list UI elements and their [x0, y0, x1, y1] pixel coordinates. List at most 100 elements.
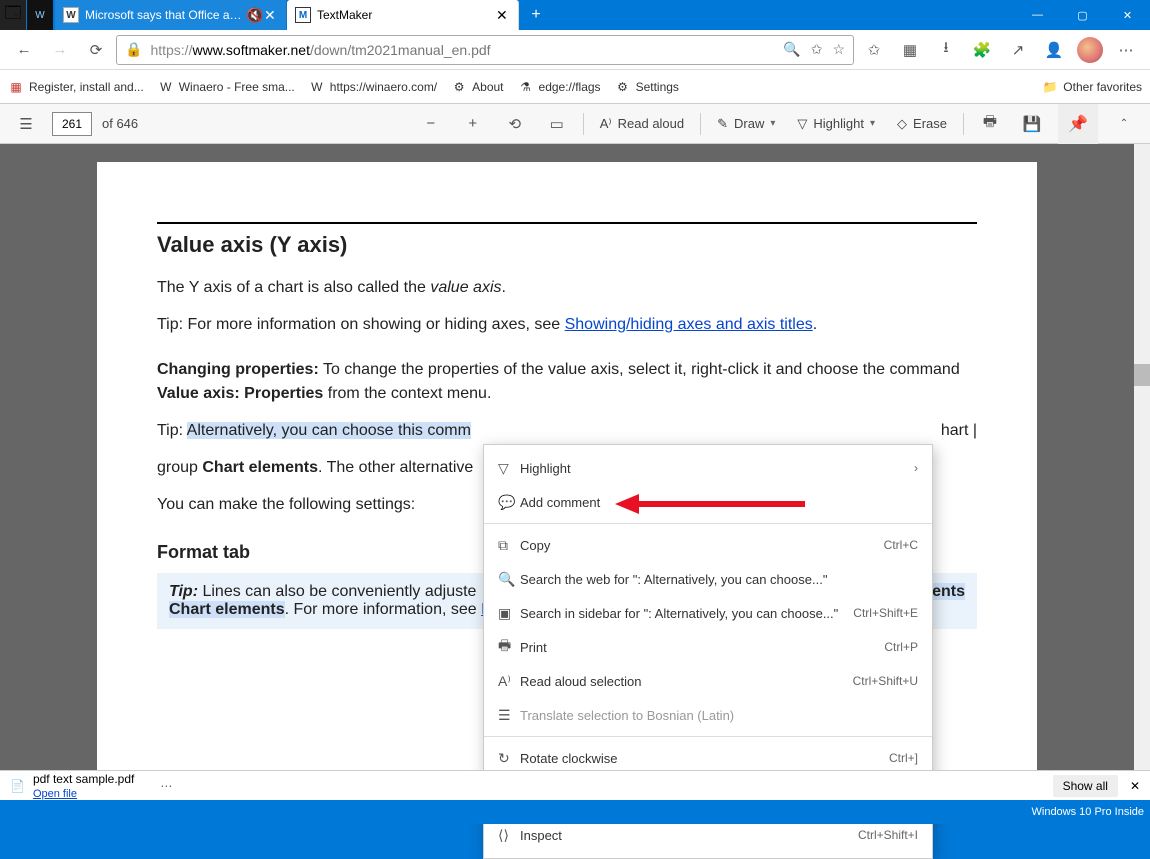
minimize-button[interactable]: ― [1015, 0, 1060, 30]
lock-icon: 🔒 [125, 41, 142, 58]
ctx-translate: ☰Translate selection to Bosnian (Latin) [484, 698, 932, 732]
page-count: of 646 [102, 116, 138, 131]
tab-mute-icon[interactable]: 🔇 [246, 7, 260, 24]
favorites-icon[interactable]: ✩ [858, 34, 890, 66]
ctx-add-comment[interactable]: 💬Add comment [484, 485, 932, 519]
ctx-search-sidebar[interactable]: ▣Search in sidebar for ": Alternatively,… [484, 596, 932, 630]
highlight-button[interactable]: ▽Highlight▾ [791, 116, 881, 132]
downloads-icon[interactable]: ⭳ [930, 34, 962, 66]
person-icon[interactable]: 👤 [1038, 34, 1070, 66]
tab-inactive[interactable]: W Microsoft says that Office apps a 🔇 ✕ [55, 0, 287, 30]
url-host: www.softmaker.net [192, 42, 310, 58]
ctx-search-web[interactable]: 🔍Search the web for ": Alternatively, yo… [484, 562, 932, 596]
paragraph: Changing properties: To change the prope… [157, 358, 977, 408]
bookmark-icon: W [309, 79, 325, 95]
fit-page-icon[interactable]: ▭ [541, 108, 573, 140]
chevron-down-icon[interactable]: ▾ [870, 118, 875, 129]
open-file-link[interactable]: Open file [33, 788, 77, 800]
print-icon[interactable]: 🖶 [974, 108, 1006, 140]
bookmark-item[interactable]: ▦Register, install and... [8, 79, 144, 95]
heading-h2: Value axis (Y axis) [157, 232, 977, 258]
sidebar-search-icon: ▣ [498, 605, 520, 622]
refresh-button[interactable]: ⟳ [80, 34, 112, 66]
extensions-icon[interactable]: 🧩 [966, 34, 998, 66]
profile-avatar[interactable] [1074, 34, 1106, 66]
bookmark-item[interactable]: ⚙Settings [615, 79, 679, 95]
ctx-highlight[interactable]: ▽Highlight› [484, 451, 932, 485]
url-scheme: https:// [150, 42, 192, 58]
maximize-button[interactable]: ▢ [1060, 0, 1105, 30]
taskbar-icon-2[interactable]: W [27, 0, 53, 30]
bookmark-item[interactable]: Whttps://winaero.com/ [309, 79, 437, 95]
pdf-toolbar: ☰ of 646 − + ⟲ ▭ A⁾Read aloud ✎Draw▾ ▽Hi… [0, 104, 1150, 144]
read-aloud-icon: A⁾ [498, 673, 520, 690]
close-window-button[interactable]: ✕ [1105, 0, 1150, 30]
collections-icon[interactable]: ▦ [894, 34, 926, 66]
tab-active[interactable]: M TextMaker ✕ [287, 0, 519, 30]
selected-text: Alternatively, you can choose this comm [187, 422, 471, 439]
back-button[interactable]: ← [8, 34, 40, 66]
copy-icon: ⧉ [498, 537, 520, 554]
pin-toolbar-button[interactable]: 📌 [1058, 104, 1098, 144]
ctx-read-aloud[interactable]: A⁾Read aloud selectionCtrl+Shift+U [484, 664, 932, 698]
zoom-out-button[interactable]: − [415, 108, 447, 140]
tab-label: TextMaker [317, 8, 492, 22]
scroll-thumb[interactable] [1134, 364, 1150, 386]
rotate-icon[interactable]: ⟲ [499, 108, 531, 140]
page-number-input[interactable] [52, 112, 92, 136]
bookmark-item[interactable]: ⚙About [451, 79, 503, 95]
erase-icon: ◇ [897, 116, 907, 132]
flask-icon: ⚗ [518, 79, 534, 95]
read-aloud-icon: A⁾ [600, 116, 612, 132]
close-icon[interactable]: ✕ [264, 7, 278, 24]
save-icon[interactable]: 💾 [1016, 108, 1048, 140]
toolbar-chevron-icon[interactable]: ⌃ [1108, 108, 1140, 140]
comment-icon: 💬 [498, 494, 520, 511]
os-build-text: Windows 10 Pro Inside [1032, 806, 1145, 818]
taskbar-app-icons: 🗔 W [0, 0, 54, 30]
download-filename: pdf text sample.pdf [33, 772, 134, 786]
favicon-icon: W [63, 7, 79, 23]
new-tab-button[interactable]: + [519, 0, 553, 30]
url-path: /down/tm2021manual_en.pdf [310, 42, 491, 58]
ctx-copy[interactable]: ⧉CopyCtrl+C [484, 528, 932, 562]
close-icon[interactable]: ✕ [496, 7, 510, 24]
bookmark-item[interactable]: ⚗edge://flags [518, 79, 601, 95]
favorite-star-icon[interactable]: ☆ [832, 41, 845, 58]
highlight-icon: ▽ [498, 460, 520, 477]
reader-icon[interactable]: 🔍 [783, 41, 800, 58]
download-item[interactable]: 📄 pdf text sample.pdf Open file ⋯ [10, 772, 172, 800]
chevron-right-icon: › [914, 461, 918, 475]
draw-button[interactable]: ✎Draw▾ [711, 116, 781, 132]
more-icon[interactable]: ⋯ [1110, 34, 1142, 66]
paragraph: The Y axis of a chart is also called the… [157, 276, 977, 301]
close-icon[interactable]: ✕ [1130, 779, 1140, 793]
ctx-print[interactable]: 🖶PrintCtrl+P [484, 630, 932, 664]
downloads-bar: 📄 pdf text sample.pdf Open file ⋯ Show a… [0, 770, 1150, 800]
titlebar: W Microsoft says that Office apps a 🔇 ✕ … [0, 0, 1150, 30]
tab-label: Microsoft says that Office apps a [85, 8, 242, 22]
url-field[interactable]: 🔒 https://www.softmaker.net/down/tm2021m… [116, 35, 854, 65]
search-icon: 🔍 [498, 571, 520, 588]
translate-icon[interactable]: ✩ [811, 41, 823, 58]
bookmark-icon: ▦ [8, 79, 24, 95]
gear-icon: ⚙ [451, 79, 467, 95]
bookmark-icon: W [158, 79, 174, 95]
show-all-button[interactable]: Show all [1053, 775, 1118, 797]
inspect-icon: ⟨⟩ [498, 827, 520, 844]
zoom-in-button[interactable]: + [457, 108, 489, 140]
folder-icon: 📁 [1042, 79, 1058, 95]
taskbar-icon-1[interactable]: 🗔 [0, 0, 26, 30]
download-more-icon[interactable]: ⋯ [160, 779, 172, 793]
chevron-down-icon[interactable]: ▾ [770, 118, 775, 129]
erase-button[interactable]: ◇Erase [891, 116, 953, 132]
draw-icon: ✎ [717, 116, 728, 132]
scrollbar[interactable] [1134, 144, 1150, 770]
contents-icon[interactable]: ☰ [10, 108, 42, 140]
read-aloud-button[interactable]: A⁾Read aloud [594, 116, 690, 132]
other-favorites[interactable]: 📁Other favorites [1042, 79, 1142, 95]
share-icon[interactable]: ↗ [1002, 34, 1034, 66]
pdf-file-icon: 📄 [10, 779, 25, 793]
doc-link[interactable]: Showing/hiding axes and axis titles [565, 316, 813, 333]
bookmark-item[interactable]: WWinaero - Free sma... [158, 79, 295, 95]
